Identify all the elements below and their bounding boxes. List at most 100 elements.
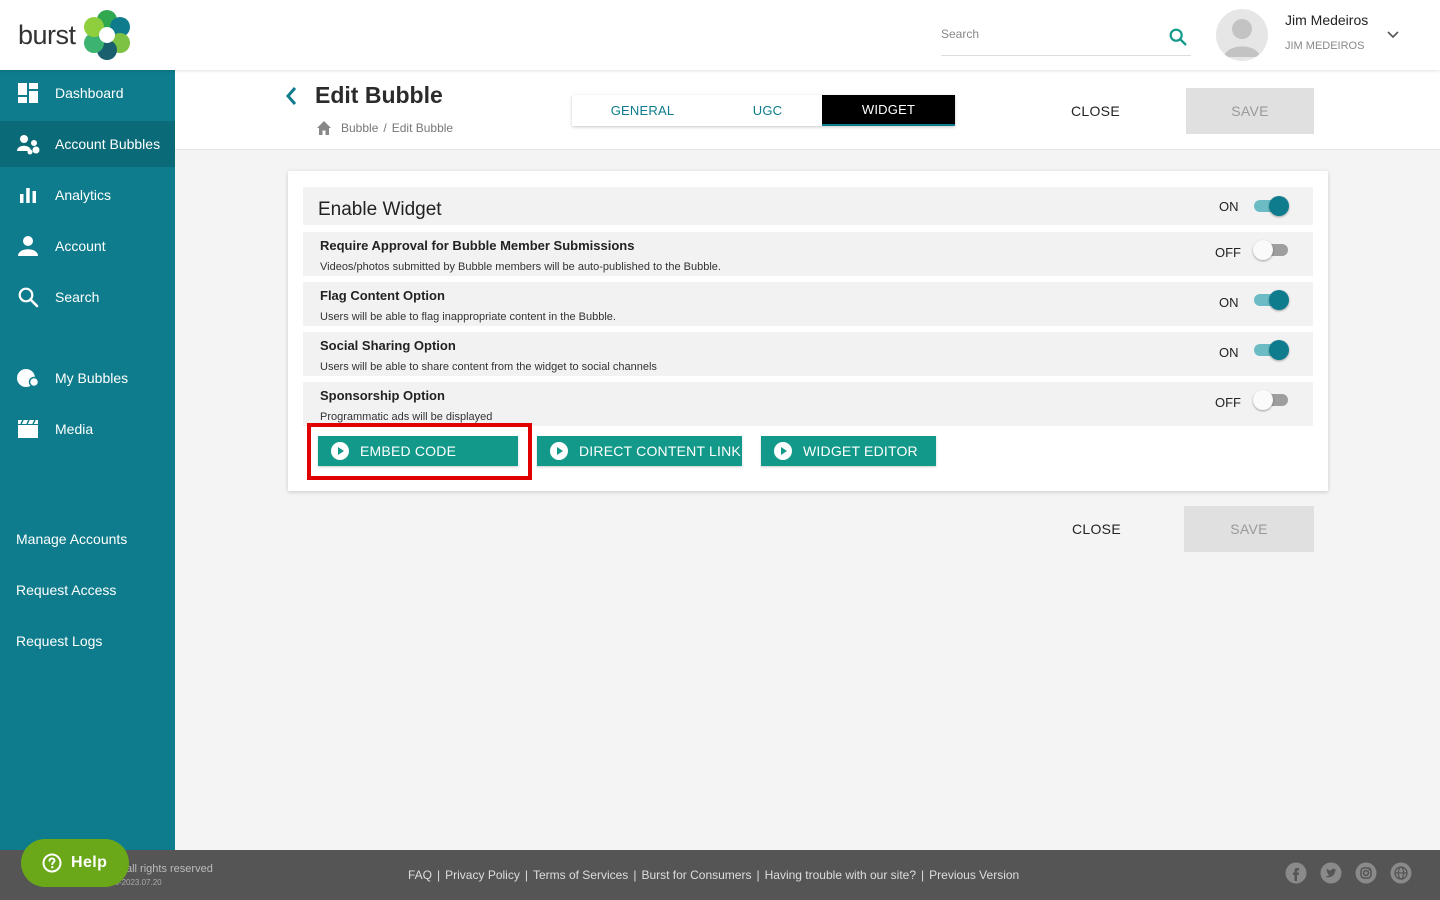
account-bubbles-icon [16, 132, 40, 156]
close-button[interactable]: CLOSE [1071, 103, 1120, 119]
option-description: Programmatic ads will be displayed [320, 411, 493, 423]
flag-content-row: Flag Content Option Users will be able t… [303, 282, 1313, 326]
top-bar: burst Jim Medeiros JIM MEDEIROS [0, 0, 1440, 70]
sponsorship-toggle[interactable] [1253, 389, 1289, 411]
divider: | [437, 868, 441, 882]
burst-consumers-link[interactable]: Burst for Consumers [641, 868, 751, 882]
burst-logo[interactable]: burst [18, 10, 132, 60]
option-description: Videos/photos submitted by Bubble member… [320, 261, 721, 273]
bubble-icon [16, 366, 40, 390]
divider: | [524, 868, 528, 882]
sidebar-item-media[interactable]: Media [0, 406, 175, 452]
sidebar-item-dashboard[interactable]: Dashboard [0, 70, 175, 116]
social-sharing-toggle[interactable] [1253, 339, 1289, 361]
burst-flower-icon [83, 10, 130, 60]
terms-link[interactable]: Terms of Services [533, 868, 628, 882]
social-links [1285, 862, 1425, 884]
tab-bar: GENERAL UGC WIDGET [572, 95, 955, 126]
sidebar-item-account-bubbles[interactable]: Account Bubbles [0, 121, 175, 167]
play-circle-icon [774, 442, 792, 460]
enable-widget-row: Enable Widget ON [303, 187, 1313, 225]
social-sharing-row: Social Sharing Option Users will be able… [303, 332, 1313, 376]
page-title: Edit Bubble [315, 82, 443, 108]
approval-toggle[interactable] [1253, 239, 1289, 261]
sidebar: Dashboard Account Bubbles Analytics Acco… [0, 70, 175, 850]
breadcrumb-bubble[interactable]: Bubble [341, 121, 378, 135]
option-description: Users will be able to share content from… [320, 361, 657, 373]
divider: | [921, 868, 925, 882]
enable-widget-title: Enable Widget [318, 199, 442, 220]
divider: | [633, 868, 637, 882]
back-chevron-icon[interactable] [282, 84, 302, 108]
user-name: Jim Medeiros [1285, 12, 1369, 28]
option-state: ON [1219, 345, 1239, 360]
sidebar-item-label: Search [55, 289, 100, 305]
option-title: Sponsorship Option [320, 388, 445, 403]
footer-links: FAQ | Privacy Policy | Terms of Services | Bur… [408, 868, 1019, 882]
home-icon[interactable] [316, 120, 332, 136]
logo-text: burst [18, 19, 76, 50]
sidebar-item-account[interactable]: Account [0, 223, 175, 269]
globe-icon[interactable] [1390, 862, 1412, 884]
approval-option-row: Require Approval for Bubble Member Submi… [303, 232, 1313, 276]
help-button[interactable]: Help [21, 839, 129, 887]
twitter-icon[interactable] [1320, 862, 1342, 884]
divider: | [756, 868, 760, 882]
button-label: WIDGET EDITOR [803, 443, 918, 459]
person-icon [16, 234, 40, 258]
faq-link[interactable]: FAQ [408, 868, 432, 882]
direct-content-link-button[interactable]: DIRECT CONTENT LINK [537, 436, 742, 466]
search-icon[interactable] [1167, 26, 1189, 48]
button-label: DIRECT CONTENT LINK [579, 443, 741, 459]
sidebar-item-label: My Bubbles [55, 370, 129, 386]
option-description: Users will be able to flag inappropriate… [320, 311, 616, 323]
sidebar-item-analytics[interactable]: Analytics [0, 172, 175, 218]
tab-general[interactable]: GENERAL [572, 95, 713, 126]
bottom-save-button[interactable]: SAVE [1184, 506, 1314, 552]
previous-version-link[interactable]: Previous Version [929, 868, 1019, 882]
search-input[interactable] [941, 24, 1151, 44]
sidebar-item-label: Analytics [55, 187, 112, 203]
request-access-link[interactable]: Request Access [16, 582, 116, 598]
facebook-icon[interactable] [1285, 862, 1307, 884]
manage-accounts-link[interactable]: Manage Accounts [16, 531, 127, 547]
bottom-close-button[interactable]: CLOSE [1072, 521, 1121, 537]
footer: all rights reserved 06-2023.07.20 FAQ | Pr… [0, 850, 1440, 900]
sidebar-item-label: Account [55, 238, 106, 254]
enable-widget-toggle[interactable] [1253, 195, 1289, 217]
avatar[interactable] [1216, 9, 1268, 61]
request-logs-link[interactable]: Request Logs [16, 633, 102, 649]
sidebar-item-label: Media [55, 421, 94, 437]
question-circle-icon [42, 853, 62, 873]
embed-code-highlight [307, 423, 532, 480]
sponsorship-row: Sponsorship Option Programmatic ads will… [303, 382, 1313, 426]
breadcrumb-separator: / [383, 121, 387, 135]
user-account-name: JIM MEDEIROS [1285, 40, 1365, 52]
play-circle-icon [550, 442, 568, 460]
breadcrumb-edit-bubble: Edit Bubble [391, 121, 454, 135]
enable-widget-state: ON [1219, 199, 1239, 214]
instagram-icon[interactable] [1355, 862, 1377, 884]
sidebar-item-search[interactable]: Search [0, 274, 175, 320]
option-state: OFF [1215, 245, 1241, 260]
trouble-link[interactable]: Having trouble with our site? [765, 868, 916, 882]
tab-widget[interactable]: WIDGET [822, 95, 955, 126]
bar-chart-icon [16, 183, 40, 207]
user-silhouette-icon [1224, 19, 1260, 57]
dashboard-icon [16, 81, 40, 105]
sidebar-item-my-bubbles[interactable]: My Bubbles [0, 355, 175, 401]
option-title: Social Sharing Option [320, 338, 456, 353]
flag-content-toggle[interactable] [1253, 289, 1289, 311]
privacy-policy-link[interactable]: Privacy Policy [445, 868, 520, 882]
option-title: Require Approval for Bubble Member Submi… [320, 238, 635, 253]
clapperboard-icon [16, 417, 40, 441]
tab-ugc[interactable]: UGC [713, 95, 822, 126]
widget-editor-button[interactable]: WIDGET EDITOR [761, 436, 936, 466]
breadcrumb: Bubble / Edit Bubble [316, 120, 458, 136]
header-search [941, 24, 1191, 56]
chevron-down-icon[interactable] [1385, 27, 1401, 43]
option-state: ON [1219, 295, 1239, 310]
save-button[interactable]: SAVE [1186, 88, 1314, 134]
search-icon [16, 285, 40, 309]
sidebar-item-label: Dashboard [55, 85, 124, 101]
